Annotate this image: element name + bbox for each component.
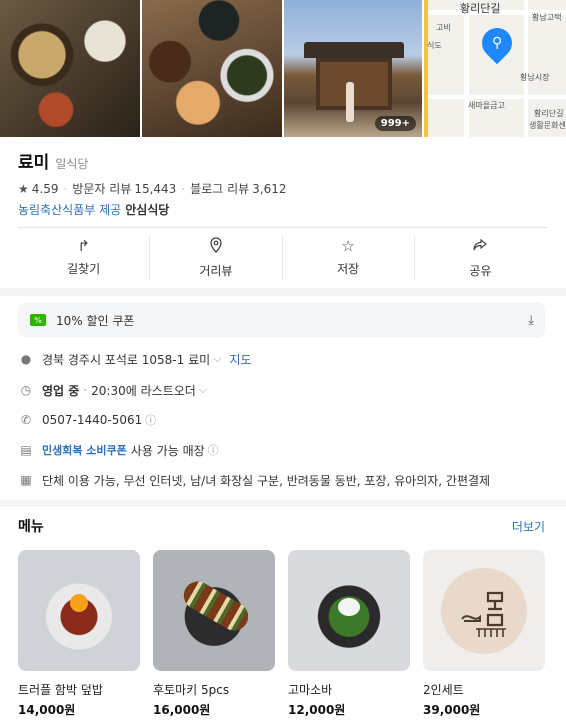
menu-item[interactable]: 고마소바 12,000원 bbox=[288, 550, 410, 718]
menu-item[interactable]: 후토마키 5pcs 16,000원 bbox=[153, 550, 275, 718]
star-icon: ☆ bbox=[341, 237, 355, 255]
menu-item-image[interactable] bbox=[288, 550, 410, 671]
hours-detail: 20:30에 라스트오더 bbox=[91, 383, 196, 398]
location-pin-icon bbox=[209, 237, 223, 256]
menu-item-name: 트러플 함박 덮밥 bbox=[18, 683, 103, 697]
address-row: ● 경북 경주시 포석로 1058-1 료미 ⌵ 지도 bbox=[18, 350, 252, 368]
menu-item-name: 고마소바 bbox=[288, 683, 333, 697]
safe-restaurant-provider: 농림축산식품부 제공 안심식당 bbox=[18, 201, 169, 218]
save-button[interactable]: ☆ 저장 bbox=[283, 236, 415, 280]
mini-map[interactable]: 황리단길 황남고택 식도 고비 황남시장 새마을금고 황리단길 생활문화센 ⚲ bbox=[424, 0, 566, 137]
directions-button[interactable]: ↱ 길찾기 bbox=[18, 236, 151, 280]
rating: 4.59 bbox=[31, 181, 59, 196]
gate-roof bbox=[304, 42, 404, 58]
map-label: 황남고택 bbox=[532, 13, 562, 22]
save-label: 저장 bbox=[337, 262, 360, 276]
gate bbox=[316, 58, 392, 110]
photo-food-2[interactable] bbox=[142, 0, 282, 137]
address-text[interactable]: 경북 경주시 포석로 1058-1 료미 bbox=[42, 351, 210, 368]
clock-icon: ◷ bbox=[20, 383, 32, 397]
map-label: 생활문화센 bbox=[529, 121, 566, 130]
store-icon: ▦ bbox=[20, 473, 32, 487]
blog-review-label[interactable]: 블로그 리뷰 bbox=[190, 180, 249, 197]
map-label: 식도 bbox=[427, 41, 442, 50]
voucher-brand: 민생회복 소비쿠폰 bbox=[42, 444, 127, 457]
share-button[interactable]: 공유 bbox=[415, 236, 546, 280]
chevron-down-icon[interactable]: ⌵ bbox=[199, 383, 207, 397]
map-pin-icon: ⚲ bbox=[475, 21, 519, 65]
map-label: 새마을금고 bbox=[468, 101, 505, 110]
menu-item-price: 14,000원 bbox=[18, 703, 76, 717]
menu-item-price: 16,000원 bbox=[153, 703, 211, 717]
map-label: 고비 bbox=[436, 23, 451, 32]
photo-count-badge: 999+ bbox=[374, 116, 416, 131]
provider-text: 농림축산식품부 제공 bbox=[18, 203, 122, 217]
share-label: 공유 bbox=[469, 263, 492, 278]
visitor-review-label[interactable]: 방문자 리뷰 bbox=[72, 180, 131, 197]
menu-item-image[interactable] bbox=[18, 550, 140, 671]
map-label: 황리단길 bbox=[460, 2, 501, 15]
voucher-text: 사용 가능 매장 bbox=[130, 443, 205, 458]
menu-list: 트러플 함박 덮밥 14,000원 후토마키 5pcs 16,000원 고마소바… bbox=[18, 550, 545, 718]
menu-item[interactable]: 2인세트 39,000원 bbox=[423, 550, 545, 718]
info-icon[interactable]: ⓘ bbox=[145, 412, 156, 428]
menu-item-name: 2인세트 bbox=[423, 683, 464, 697]
menu-more-link[interactable]: 더보기 bbox=[512, 518, 545, 535]
menu-title: 메뉴 bbox=[18, 519, 44, 535]
location-pin-icon: ● bbox=[20, 352, 32, 366]
street-view-button[interactable]: 거리뷰 bbox=[150, 236, 283, 280]
coupon-icon: % bbox=[30, 314, 46, 326]
menu-item-image[interactable] bbox=[153, 550, 275, 671]
voucher-icon: ▤ bbox=[20, 443, 32, 457]
section-separator bbox=[0, 500, 566, 507]
menu-item-name: 후토마키 5pcs bbox=[153, 683, 230, 697]
map-label: 황남시장 bbox=[520, 73, 550, 82]
action-bar: ↱ 길찾기 거리뷰 ☆ 저장 공유 bbox=[18, 236, 546, 280]
person bbox=[346, 82, 354, 122]
divider bbox=[18, 227, 548, 228]
voucher-row: ▤ 민생회복 소비쿠폰 사용 가능 매장 ⓘ bbox=[18, 441, 219, 459]
download-icon[interactable]: ⤓ bbox=[528, 313, 534, 328]
hours-row[interactable]: ◷ 영업 중 · 20:30에 라스트오더 ⌵ bbox=[18, 381, 207, 399]
amenities-row: ▦ 단체 이용 가능, 무선 인터넷, 남/녀 화장실 구분, 반려동물 동반,… bbox=[18, 471, 490, 489]
place-category: 일식당 bbox=[55, 157, 89, 171]
map-link[interactable]: 지도 bbox=[230, 351, 252, 368]
star-icon: ★ bbox=[18, 181, 29, 196]
photo-strip: 999+ 황리단길 황남고택 식도 고비 황남시장 새마을금고 황리단길 생활문… bbox=[0, 0, 566, 137]
photo-storefront[interactable]: 999+ bbox=[284, 0, 422, 137]
photo-food-1[interactable] bbox=[0, 0, 140, 137]
coupon-label: 10% 할인 쿠폰 bbox=[56, 313, 135, 328]
share-icon bbox=[472, 238, 488, 256]
directions-icon: ↱ bbox=[77, 237, 90, 255]
map-label: 황리단길 bbox=[534, 109, 564, 118]
hours-status: 영업 중 bbox=[42, 383, 80, 398]
menu-item-price: 12,000원 bbox=[288, 703, 346, 717]
phone-number[interactable]: 0507-1440-5061 bbox=[42, 413, 142, 427]
visitor-review-count[interactable]: 15,443 bbox=[134, 182, 176, 196]
coupon-banner[interactable]: % 10% 할인 쿠폰 ⤓ bbox=[18, 302, 546, 338]
menu-item-image[interactable] bbox=[423, 550, 545, 671]
menu-item[interactable]: 트러플 함박 덮밥 14,000원 bbox=[18, 550, 140, 718]
directions-label: 길찾기 bbox=[67, 262, 101, 276]
chevron-down-icon[interactable]: ⌵ bbox=[213, 352, 221, 366]
section-separator bbox=[0, 288, 566, 296]
blog-review-count[interactable]: 3,612 bbox=[252, 182, 286, 196]
menu-item-price: 39,000원 bbox=[423, 703, 481, 717]
info-icon[interactable]: ⓘ bbox=[208, 442, 219, 458]
phone-row: ✆ 0507-1440-5061 ⓘ bbox=[18, 411, 156, 429]
phone-icon: ✆ bbox=[20, 413, 32, 427]
street-view-label: 거리뷰 bbox=[199, 264, 233, 278]
restaurant-logo bbox=[441, 567, 527, 654]
provider-brand: 안심식당 bbox=[125, 203, 170, 217]
amenities-text: 단체 이용 가능, 무선 인터넷, 남/녀 화장실 구분, 반려동물 동반, 포… bbox=[42, 473, 491, 488]
place-name: 료미 bbox=[18, 153, 50, 173]
place-header: 료미 일식당 bbox=[18, 148, 88, 173]
review-stats: ★ 4.59 · 방문자 리뷰 15,443 · 블로그 리뷰 3,612 bbox=[18, 180, 287, 197]
